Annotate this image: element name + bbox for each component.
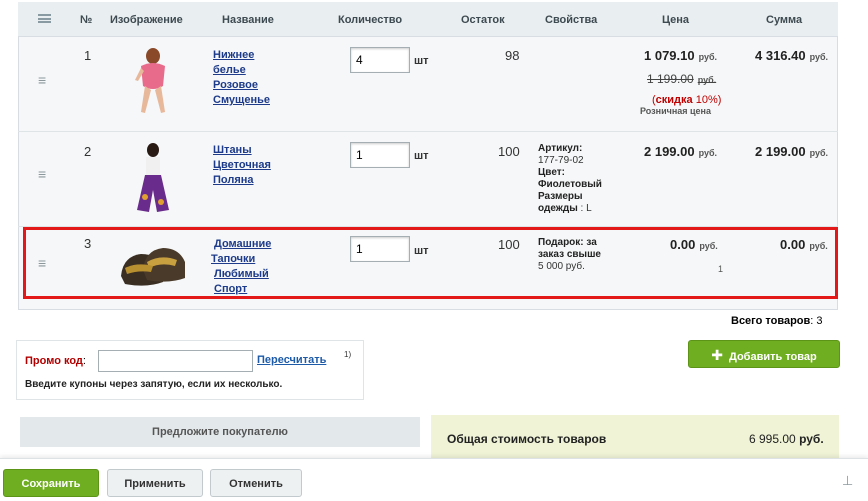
promo-hint: Введите купоны через запятую, если их не…: [25, 379, 283, 390]
unit-label: шт: [414, 55, 429, 67]
row-index: 2: [84, 144, 92, 159]
col-name: Название: [222, 14, 274, 26]
pin-icon[interactable]: ⊥: [842, 473, 853, 489]
col-sum: Сумма: [766, 14, 803, 26]
discount-badge: (скидка 10%): [652, 94, 722, 106]
total-items: Всего товаров: 3: [731, 315, 823, 327]
action-bar: Сохранить Применить Отменить ⊥: [0, 458, 868, 501]
table-header: № Изображение Название Количество Остато…: [18, 2, 838, 37]
add-product-button[interactable]: ✚ Добавить товар: [688, 340, 840, 368]
drag-handle-icon[interactable]: ≡: [38, 166, 46, 182]
recalculate-link[interactable]: Пересчитать: [257, 354, 326, 366]
quantity-input[interactable]: 4: [350, 47, 410, 73]
row-index: 1: [84, 48, 92, 63]
price-value: 2 199.00 руб.: [644, 144, 718, 159]
promo-footnote: 1): [344, 350, 352, 359]
offer-to-buyer[interactable]: Предложите покупателю: [20, 417, 420, 447]
row-divider: [18, 131, 838, 132]
total-cost-label: Общая стоимость товаров: [447, 432, 607, 446]
col-quantity: Количество: [338, 14, 403, 26]
stock-value: 98: [505, 48, 520, 63]
highlighted-row-outline: [23, 227, 838, 299]
product-link[interactable]: Нижнее белье Розовое Смущенье: [213, 48, 270, 108]
col-properties: Свойства: [545, 14, 598, 26]
save-button[interactable]: Сохранить: [3, 469, 99, 497]
stock-value: 100: [498, 144, 520, 159]
col-image: Изображение: [110, 14, 183, 26]
product-image-flower-pants[interactable]: [133, 142, 173, 216]
sum-value: 4 316.40 руб.: [755, 48, 829, 63]
drag-handle-icon[interactable]: ≡: [38, 72, 46, 88]
old-price: 1 199.00 руб.: [647, 72, 717, 86]
price-type: Розничная цена: [640, 106, 711, 116]
promo-code-input[interactable]: [98, 350, 253, 372]
sum-value: 2 199.00 руб.: [755, 144, 829, 159]
promo-panel: Промо код: Пересчитать 1) Введите купоны…: [16, 340, 364, 400]
apply-button[interactable]: Применить: [107, 469, 203, 497]
plus-icon: ✚: [711, 347, 723, 363]
col-stock: Остаток: [461, 14, 505, 26]
price-value: 1 079.10 руб.: [644, 48, 718, 63]
total-cost-value: 6 995.00 руб.: [749, 432, 824, 446]
unit-label: шт: [414, 150, 429, 162]
quantity-input[interactable]: 1: [350, 142, 410, 168]
promo-label: Промо код:: [25, 355, 86, 367]
cancel-button[interactable]: Отменить: [210, 469, 302, 497]
product-link[interactable]: Штаны Цветочная Поляна: [213, 143, 271, 188]
col-price: Цена: [662, 14, 690, 26]
select-all-icon[interactable]: [38, 14, 51, 23]
col-number: №: [80, 14, 93, 26]
product-properties: Артикул: 177-79-02 Цвет: Фиолетовый Размер…: [538, 143, 602, 214]
product-image-pink-lingerie[interactable]: [133, 46, 173, 118]
